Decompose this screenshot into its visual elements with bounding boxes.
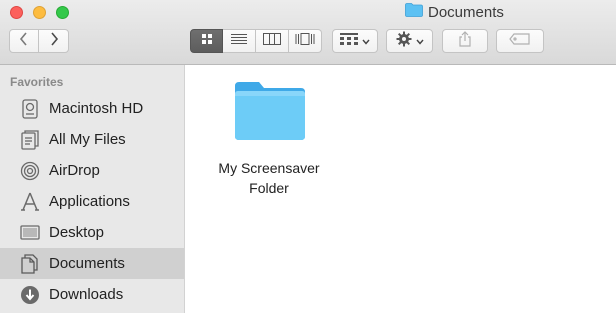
grid-arrange-icon bbox=[340, 32, 358, 50]
tag-button[interactable] bbox=[496, 29, 544, 53]
sidebar-item-label: Downloads bbox=[49, 286, 124, 303]
sidebar-heading: Favorites bbox=[10, 75, 64, 89]
sidebar-item-label: Macintosh HD bbox=[49, 100, 144, 117]
window-title-text: Documents bbox=[428, 3, 504, 21]
tag-icon bbox=[509, 32, 531, 50]
back-button[interactable] bbox=[9, 29, 39, 53]
chevron-down-icon bbox=[362, 32, 370, 50]
share-icon bbox=[458, 30, 472, 52]
sidebar-item-documents[interactable]: Documents bbox=[0, 248, 184, 279]
desktop-icon bbox=[19, 222, 41, 244]
sidebar-item-label: AirDrop bbox=[49, 162, 100, 179]
close-window-button[interactable] bbox=[10, 6, 23, 19]
gear-icon bbox=[396, 31, 412, 52]
list-view-button[interactable] bbox=[223, 29, 256, 53]
forward-button[interactable] bbox=[38, 29, 69, 53]
sidebar-item-label: Desktop bbox=[49, 224, 105, 241]
column-view-button[interactable] bbox=[256, 29, 289, 53]
chevron-left-icon bbox=[19, 31, 29, 51]
documents-icon bbox=[19, 253, 41, 275]
downloads-icon bbox=[19, 284, 41, 306]
sidebar-item-label: Documents bbox=[49, 255, 125, 272]
minimize-window-button[interactable] bbox=[33, 6, 46, 19]
airdrop-icon bbox=[19, 160, 41, 182]
sidebar-item-applications[interactable]: Applications bbox=[0, 186, 184, 217]
sidebar-item-desktop[interactable]: Desktop bbox=[0, 217, 184, 248]
sidebar-item-macintosh-hd[interactable]: Macintosh HD bbox=[0, 93, 184, 124]
column-view-icon bbox=[263, 32, 281, 50]
folder-icon bbox=[405, 3, 423, 21]
sidebar-item-all-my-files[interactable]: All My Files bbox=[0, 124, 184, 155]
share-button[interactable] bbox=[442, 29, 488, 53]
hard-drive-icon bbox=[19, 98, 41, 120]
arrange-button[interactable] bbox=[332, 29, 378, 53]
window-title: Documents bbox=[405, 3, 504, 21]
file-browser-content: My Screensaver Folder bbox=[185, 65, 616, 313]
folder-name: My Screensaver Folder bbox=[218, 160, 320, 196]
folder-icon bbox=[233, 80, 307, 147]
cover-flow-view-icon bbox=[295, 32, 315, 50]
sidebar-item-downloads[interactable]: Downloads bbox=[0, 279, 184, 310]
view-mode-control bbox=[190, 29, 322, 53]
cover-flow-view-button[interactable] bbox=[289, 29, 322, 53]
icon-view-button[interactable] bbox=[190, 29, 223, 53]
chevron-down-icon bbox=[415, 32, 424, 50]
icon-view-icon bbox=[201, 32, 213, 50]
applications-icon bbox=[19, 191, 41, 213]
chevron-right-icon bbox=[49, 31, 59, 51]
sidebar-item-label: Applications bbox=[49, 193, 130, 210]
action-button[interactable] bbox=[386, 29, 433, 53]
window-toolbar: Documents bbox=[0, 0, 616, 65]
list-view-icon bbox=[230, 32, 248, 50]
sidebar-item-airdrop[interactable]: AirDrop bbox=[0, 155, 184, 186]
sidebar-item-label: All My Files bbox=[49, 131, 126, 148]
all-files-icon bbox=[19, 129, 41, 151]
sidebar: Favorites Macintosh HD All My Files AirD… bbox=[0, 65, 185, 313]
zoom-window-button[interactable] bbox=[56, 6, 69, 19]
